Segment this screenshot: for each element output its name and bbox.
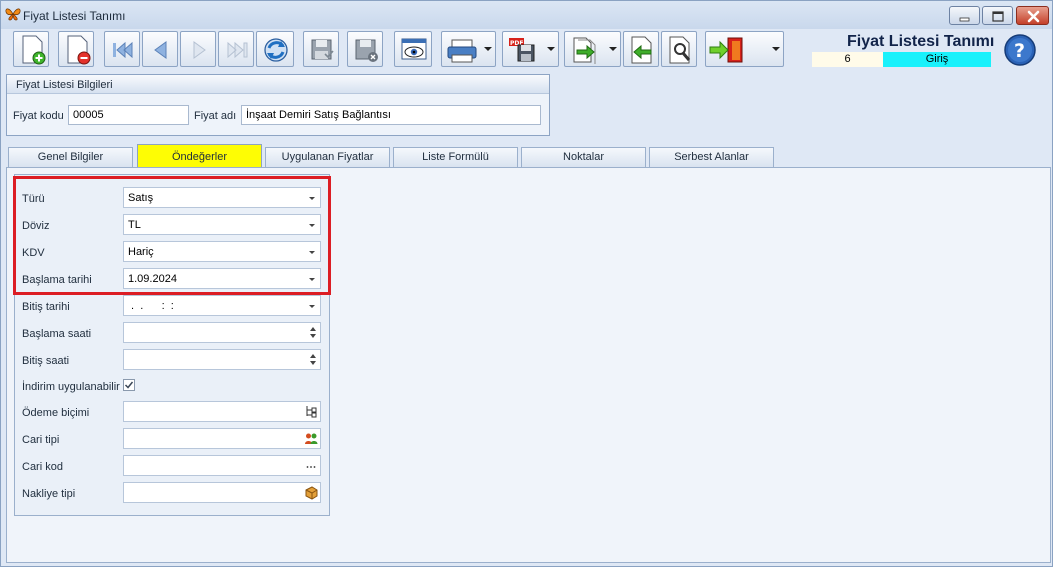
refresh-icon <box>264 38 288 62</box>
group-header: Fiyat Listesi Bilgileri <box>7 75 549 94</box>
export-dropdown-icon <box>609 47 617 51</box>
exit-button[interactable] <box>705 31 784 67</box>
tab-free-fields[interactable]: Serbest Alanlar <box>649 147 774 167</box>
customer-code-label: Cari kod <box>22 461 63 473</box>
shipping-label: Nakliye tipi <box>22 488 76 500</box>
print-icon <box>447 39 477 63</box>
print-button[interactable] <box>441 31 496 67</box>
exit-dropdown-icon <box>772 47 780 51</box>
customer-type-label: Cari tipi <box>22 434 60 446</box>
pdf-dropdown-icon <box>547 47 555 51</box>
discount-checkbox[interactable] <box>123 379 135 391</box>
add-icon <box>22 35 46 65</box>
print-dropdown-icon <box>484 47 492 51</box>
price-list-info-group: Fiyat Listesi Bilgileri Fiyat kodu 00005… <box>6 74 550 136</box>
record-number: 6 <box>812 52 883 67</box>
preview-icon <box>401 38 427 60</box>
window-title: Fiyat Listesi Tanımı <box>23 9 126 23</box>
start-time-spinner[interactable] <box>123 322 321 343</box>
maximize-icon <box>992 11 1004 22</box>
tab-applied-prices[interactable]: Uygulanan Fiyatlar <box>265 147 390 167</box>
payment-label: Ödeme biçimi <box>22 407 90 419</box>
new-button[interactable] <box>13 31 49 67</box>
price-code-field[interactable]: 00005 <box>68 105 189 125</box>
checkmark-icon <box>124 381 134 389</box>
find-button[interactable] <box>661 31 697 67</box>
last-record-button[interactable] <box>218 31 254 67</box>
chevron-down-icon <box>309 305 315 308</box>
tree-select-icon[interactable] <box>304 404 318 419</box>
people-icon[interactable] <box>304 431 318 446</box>
tab-list-formula[interactable]: Liste Formülü <box>393 147 518 167</box>
customer-code-field[interactable] <box>123 455 321 476</box>
customer-type-field[interactable] <box>123 428 321 449</box>
first-record-button[interactable] <box>104 31 140 67</box>
tab-general[interactable]: Genel Bilgiler <box>8 147 133 167</box>
price-name-label: Fiyat adı <box>194 110 237 122</box>
main-window: Fiyat Listesi Tanımı PDF Fiyat Listesi T… <box>0 0 1053 567</box>
butterfly-icon <box>5 8 21 21</box>
spin-arrows-icon[interactable] <box>309 352 317 367</box>
next-record-icon <box>193 41 206 59</box>
tab-defaults[interactable]: Öndeğerler <box>137 144 262 168</box>
mode-indicator: Giriş <box>883 52 991 67</box>
tab-points[interactable]: Noktalar <box>521 147 646 167</box>
pdf-export-button[interactable]: PDF <box>502 31 559 67</box>
start-time-label: Başlama saati <box>22 328 92 340</box>
price-code-label: Fiyat kodu <box>13 110 64 122</box>
title-bar: Fiyat Listesi Tanımı <box>1 1 1052 29</box>
maximize-button[interactable] <box>982 6 1013 25</box>
end-time-spinner[interactable] <box>123 349 321 370</box>
next-record-button[interactable] <box>180 31 216 67</box>
delete-button[interactable] <box>58 31 94 67</box>
import-button[interactable] <box>623 31 659 67</box>
end-date-picker[interactable]: . . : : <box>123 295 321 316</box>
shipping-field[interactable] <box>123 482 321 503</box>
close-icon <box>1027 10 1040 23</box>
find-icon <box>669 36 691 64</box>
discount-label: İndirim uygulanabilir <box>22 381 120 393</box>
export-icon <box>573 37 596 64</box>
exit-icon <box>709 37 743 63</box>
save-button[interactable] <box>303 31 339 67</box>
export-button[interactable] <box>564 31 621 67</box>
previous-record-button[interactable] <box>142 31 178 67</box>
close-button[interactable] <box>1016 6 1049 25</box>
minimize-button[interactable] <box>949 6 980 25</box>
last-record-icon <box>227 41 248 59</box>
save-icon <box>311 39 334 60</box>
app-title: Fiyat Listesi Tanımı <box>847 33 995 50</box>
import-icon <box>631 36 652 64</box>
help-button[interactable]: ? <box>1003 33 1037 67</box>
cancel-save-icon <box>355 39 378 62</box>
spin-arrows-icon[interactable] <box>309 325 317 340</box>
payment-field[interactable] <box>123 401 321 422</box>
first-record-icon <box>113 41 133 59</box>
end-date-label: Bitiş tarihi <box>22 301 70 313</box>
ellipsis-icon[interactable] <box>304 458 318 473</box>
help-icon: ? <box>1014 40 1025 62</box>
price-name-field[interactable]: İnşaat Demiri Satış Bağlantısı <box>241 105 541 125</box>
highlight-frame <box>13 176 331 295</box>
cancel-save-button[interactable] <box>347 31 383 67</box>
group-title: Fiyat Listesi Bilgileri <box>16 79 113 91</box>
delete-icon <box>67 35 91 65</box>
package-icon[interactable] <box>304 485 318 500</box>
end-time-label: Bitiş saati <box>22 355 70 367</box>
refresh-button[interactable] <box>256 31 294 67</box>
end-date-value: . . : : <box>128 300 174 312</box>
preview-button[interactable] <box>394 31 432 67</box>
minimize-icon <box>959 17 970 22</box>
previous-record-icon <box>154 41 167 59</box>
pdf-export-icon: PDF <box>509 38 535 62</box>
